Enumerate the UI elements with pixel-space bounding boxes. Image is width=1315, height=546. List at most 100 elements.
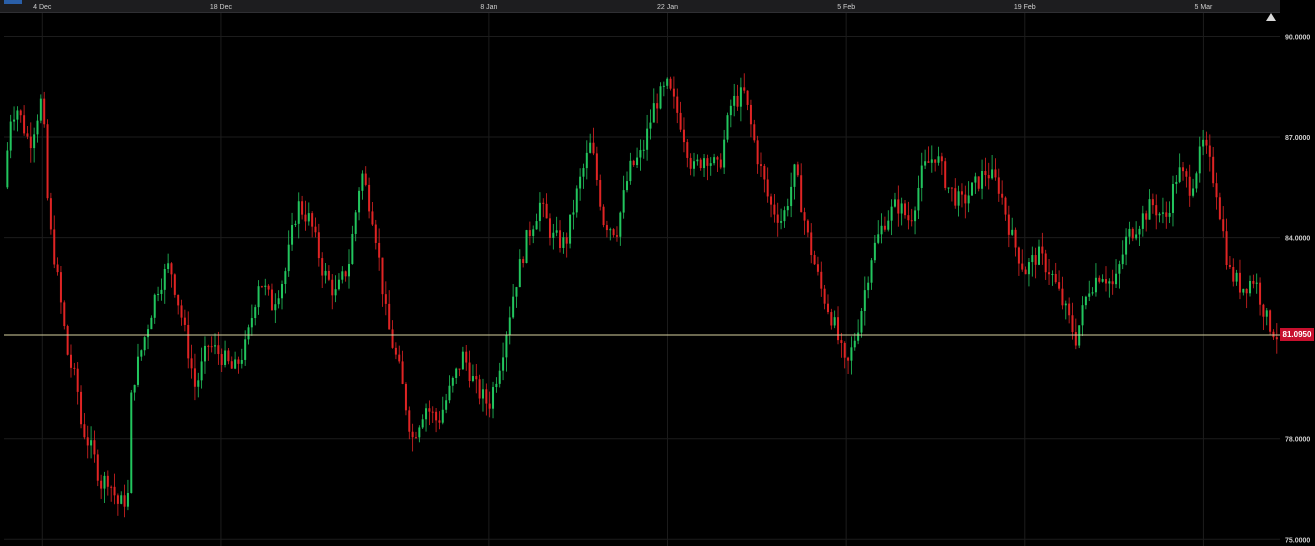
candle-body: [971, 182, 974, 196]
candle-body: [147, 329, 150, 338]
candle-body: [1208, 145, 1211, 157]
candle-body: [441, 409, 444, 423]
candle-body: [488, 403, 491, 409]
candle-body: [773, 204, 776, 215]
candle-body: [1011, 229, 1014, 235]
candle-body: [870, 260, 873, 283]
candle-body: [739, 87, 742, 107]
candle-body: [853, 340, 856, 348]
x-tick-label: 19 Feb: [1014, 4, 1036, 11]
candle-body: [713, 157, 716, 164]
candle-body: [1024, 269, 1027, 275]
candles: [6, 73, 1278, 518]
candle-body: [344, 271, 347, 277]
candle-body: [110, 486, 113, 488]
candle-body: [190, 358, 193, 369]
candle-body: [575, 188, 578, 213]
candle-body: [1014, 229, 1017, 248]
candle-body: [425, 408, 428, 420]
candle-body: [451, 377, 454, 386]
candle-body: [813, 255, 816, 265]
candle-body: [394, 347, 397, 355]
candle-body: [1048, 272, 1051, 275]
candle-body: [723, 139, 726, 168]
candle-body: [217, 345, 220, 355]
candle-body: [904, 203, 907, 216]
candle-body: [163, 268, 166, 290]
candle-body: [505, 334, 508, 358]
candle-body: [96, 454, 99, 481]
candle-body: [56, 264, 59, 273]
candle-body: [565, 237, 568, 244]
candle-body: [341, 271, 344, 280]
candle-body: [552, 232, 555, 238]
candle-body: [1138, 228, 1141, 235]
candle-body: [411, 431, 414, 438]
candle-body: [646, 128, 649, 150]
candle-body: [465, 351, 468, 363]
candle-body: [267, 285, 270, 290]
candle-body: [706, 158, 709, 166]
candle-body: [495, 383, 498, 388]
candle-body: [257, 286, 260, 308]
candle-body: [80, 391, 83, 425]
candle-body: [66, 326, 69, 355]
candle-body: [890, 206, 893, 221]
candle-body: [686, 142, 689, 158]
candle-body: [957, 191, 960, 206]
chart-canvas[interactable]: 4 Dec 18 Dec 8 Jan 22 Jan 5 Feb 19 Feb 5 Mar 9…: [0, 0, 1315, 546]
candle-body: [36, 120, 39, 135]
candle-body: [749, 104, 752, 125]
y-tick-label: 84.0000: [1285, 236, 1310, 243]
candle-body: [609, 229, 612, 231]
candle-body: [867, 282, 870, 291]
candle-body: [1262, 304, 1265, 317]
candle-body: [76, 368, 79, 392]
candle-body: [1269, 310, 1272, 332]
candle-body: [910, 220, 913, 222]
candle-body: [847, 357, 850, 361]
price-chart[interactable]: 4 Dec 18 Dec 8 Jan 22 Jan 5 Feb 19 Feb 5 Mar 9…: [0, 0, 1315, 546]
candle-body: [431, 411, 434, 413]
candle-body: [542, 202, 545, 204]
candle-body: [626, 181, 629, 191]
candle-body: [224, 350, 227, 365]
candle-body: [548, 218, 551, 238]
candle-body: [43, 98, 46, 125]
candle-body: [371, 211, 374, 225]
candle-body: [90, 440, 93, 446]
candle-body: [381, 257, 384, 295]
candle-body: [331, 279, 334, 296]
candle-body: [244, 339, 247, 360]
candle-body: [481, 389, 484, 399]
candle-body: [214, 345, 217, 347]
candle-body: [977, 176, 980, 189]
candle-body: [227, 350, 230, 362]
y-tick-label: 90.0000: [1285, 34, 1310, 41]
candle-body: [103, 475, 106, 489]
candle-body: [53, 229, 56, 265]
candle-body: [1205, 139, 1208, 146]
candle-body: [525, 230, 528, 264]
candle-body: [1037, 246, 1040, 265]
candle-body: [478, 379, 481, 399]
candle-body: [260, 286, 263, 288]
x-tick-label: 8 Jan: [480, 4, 497, 11]
candle-body: [130, 392, 133, 493]
triangle-up-icon[interactable]: [1265, 12, 1277, 22]
candle-body: [1017, 247, 1020, 264]
candle-body: [461, 351, 464, 370]
candle-body: [612, 229, 615, 236]
candle-body: [897, 199, 900, 214]
candle-body: [666, 78, 669, 86]
candle-body: [743, 87, 746, 91]
candle-body: [1158, 213, 1161, 216]
candle-body: [914, 210, 917, 222]
candle-body: [843, 343, 846, 358]
candle-body: [197, 380, 200, 387]
candle-body: [679, 112, 682, 130]
candle-body: [994, 169, 997, 178]
candle-body: [770, 196, 773, 205]
candle-body: [234, 359, 237, 369]
candle-body: [63, 302, 66, 327]
